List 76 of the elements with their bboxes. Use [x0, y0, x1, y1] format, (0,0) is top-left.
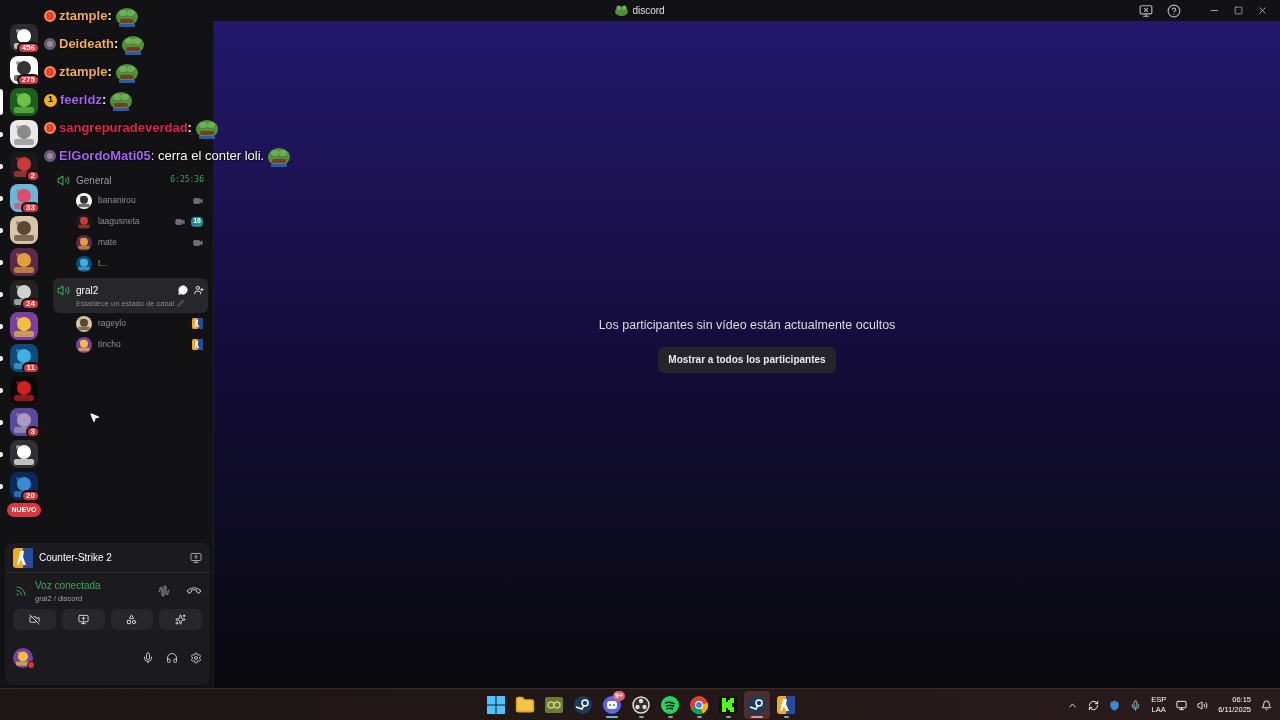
badge-icon: [44, 66, 56, 78]
camera-icon: [193, 237, 203, 248]
channel-name: gral2: [76, 283, 100, 298]
settings-icon[interactable]: [190, 651, 202, 664]
frog-icon: [615, 5, 629, 16]
close-icon[interactable]: [1257, 5, 1268, 16]
chat-message: ztample:: [59, 63, 112, 82]
game-icon: [192, 339, 203, 351]
soundboard-button[interactable]: [159, 609, 202, 630]
volume-icon[interactable]: [1197, 699, 1209, 711]
running-indicator: [751, 715, 763, 718]
headphones-icon[interactable]: [166, 651, 178, 664]
camera-icon: [175, 216, 186, 227]
activity-title: Counter-Strike 2: [39, 551, 113, 565]
mention-count: 24: [21, 298, 40, 310]
mention-count: 20: [21, 490, 40, 502]
member-name: tincho: [98, 338, 122, 352]
activities-button[interactable]: [110, 609, 154, 630]
screen-share-button[interactable]: [61, 609, 105, 630]
speaker-icon: [57, 283, 70, 297]
network-icon[interactable]: [1176, 699, 1188, 711]
edit-icon[interactable]: [177, 300, 185, 308]
chat-message: Deideath:: [59, 35, 119, 54]
mouse-cursor-icon: [89, 412, 100, 423]
running-indicator: [638, 715, 644, 718]
channel-name: General: [76, 173, 113, 188]
member-name: t...: [98, 257, 109, 270]
mention-count: 33: [21, 202, 40, 214]
chat-message: ztample:: [59, 7, 112, 26]
camera-icon: [193, 195, 203, 206]
running-indicator: [667, 715, 673, 718]
speaker-icon: [57, 173, 70, 187]
badge-icon: [44, 150, 56, 162]
help-icon[interactable]: [1167, 3, 1181, 18]
mention-count: 456: [16, 42, 40, 54]
voice-channel[interactable]: General 6:25:36: [53, 170, 208, 190]
mention-count: 275: [16, 74, 40, 86]
microphone-icon[interactable]: [1130, 699, 1142, 711]
notifications-icon[interactable]: [1261, 699, 1272, 711]
security-icon[interactable]: [1109, 699, 1121, 711]
running-indicator: [725, 715, 731, 718]
dnd-status-icon: [27, 660, 35, 669]
badge-icon: [44, 38, 56, 50]
camera-off-icon: [28, 614, 40, 625]
connection-icon: [15, 585, 27, 597]
screen-share-icon: [77, 614, 89, 625]
invite-icon[interactable]: [194, 285, 204, 295]
chat-icon[interactable]: [178, 285, 188, 295]
stream-icon[interactable]: [190, 551, 202, 564]
member-name: bananirou: [98, 194, 137, 207]
sync-icon[interactable]: [1088, 699, 1100, 711]
inbox-icon[interactable]: [1139, 3, 1153, 18]
chat-message: ElGordoMati05: cerra el conter loli.: [59, 147, 265, 166]
badge-icon: [44, 122, 56, 134]
window-title: discord: [632, 4, 665, 18]
member-name: mate: [98, 236, 118, 249]
voice-status: Voz conectada: [35, 578, 102, 593]
running-indicator: [783, 715, 789, 718]
game-icon: [192, 318, 203, 330]
chat-message: feerldz:: [60, 91, 107, 110]
chat-badge: 1: [44, 93, 57, 107]
member-name: laagusneta: [98, 215, 141, 228]
running-indicator: [696, 715, 702, 718]
running-indicator: [606, 715, 618, 718]
sparkles-icon: [175, 614, 187, 625]
show-all-button[interactable]: Mostrar a todos los participantes: [658, 346, 836, 373]
hidden-participants-notice: Los participantes sin vídeo están actualmente ocultos: [598, 317, 896, 335]
chat-message: sangrepuradeverdad:: [59, 119, 192, 138]
member-name: rageylo: [98, 317, 127, 331]
microphone-icon[interactable]: [142, 651, 154, 664]
noise-suppression-icon[interactable]: [158, 585, 170, 597]
game-icon: [13, 547, 33, 568]
maximize-icon[interactable]: [1234, 6, 1243, 15]
camera-button[interactable]: [13, 609, 56, 630]
call-timer: 6:25:36: [170, 174, 204, 186]
shapes-icon: [126, 614, 138, 625]
